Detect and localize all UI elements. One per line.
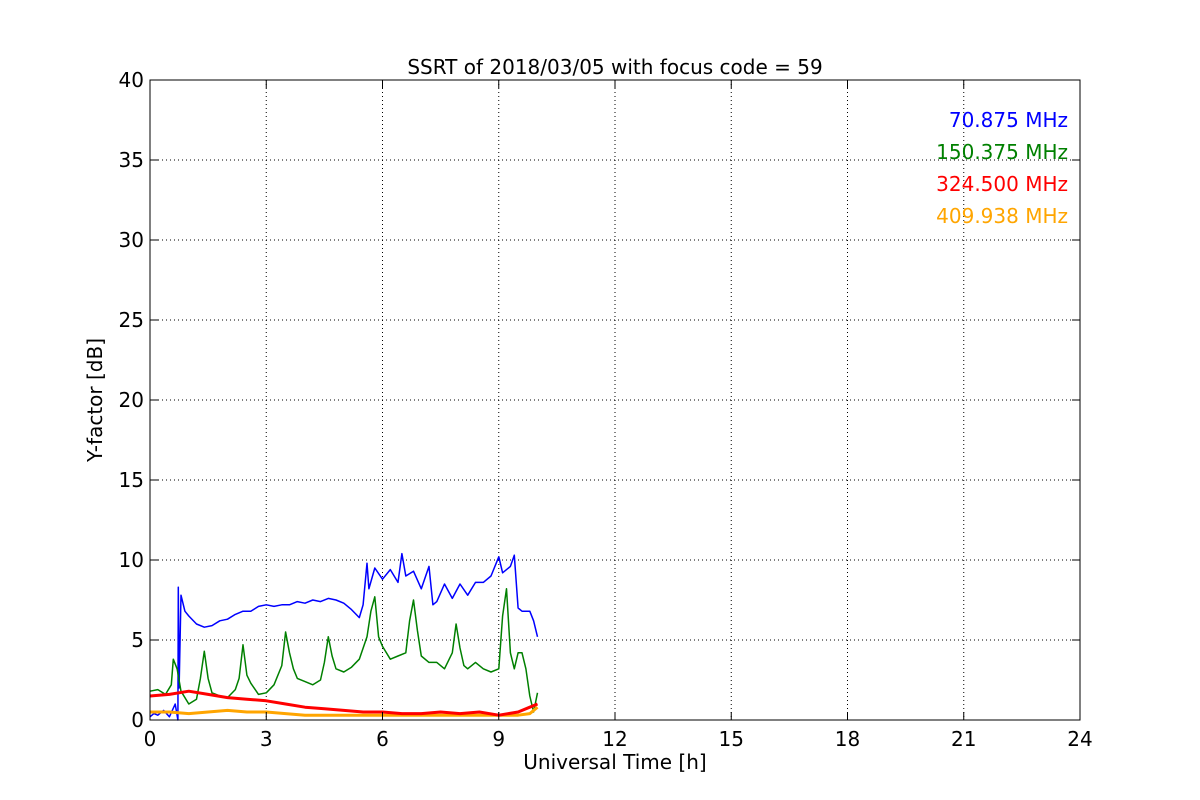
x-tick-label: 0 xyxy=(144,727,157,751)
y-tick-label: 25 xyxy=(119,308,144,332)
y-tick-label: 35 xyxy=(119,148,144,172)
x-tick-label: 24 xyxy=(1067,727,1092,751)
x-tick-label: 3 xyxy=(260,727,273,751)
x-tick-label: 9 xyxy=(492,727,505,751)
x-axis-label: Universal Time [h] xyxy=(523,750,706,774)
x-tick-label: 12 xyxy=(602,727,627,751)
y-tick-label: 15 xyxy=(119,468,144,492)
legend-entry-324-500-mhz: 324.500 MHz xyxy=(936,172,1068,196)
chart-svg: 0 3 6 9 12 15 18 21 24 0 5 10 15 20 25 30 35 40 SSRT of 2… xyxy=(0,0,1200,800)
x-tick-label: 6 xyxy=(376,727,389,751)
x-tick-label: 15 xyxy=(719,727,744,751)
y-tick-label: 10 xyxy=(119,548,144,572)
y-tick-label: 20 xyxy=(119,388,144,412)
y-tick-label: 0 xyxy=(131,708,144,732)
y-axis-label: Y-factor [dB] xyxy=(83,338,107,463)
y-tick-label: 5 xyxy=(131,628,144,652)
chart-title: SSRT of 2018/03/05 with focus code = 59 xyxy=(407,55,822,79)
x-tick-label: 18 xyxy=(835,727,860,751)
y-tick-label: 40 xyxy=(119,68,144,92)
y-tick-label: 30 xyxy=(119,228,144,252)
legend-entry-150-375-mhz: 150.375 MHz xyxy=(936,140,1068,164)
x-tick-label: 21 xyxy=(951,727,976,751)
legend-entry-409-938-mhz: 409.938 MHz xyxy=(936,204,1068,228)
legend-entry-70-875-mhz: 70.875 MHz xyxy=(949,108,1068,132)
